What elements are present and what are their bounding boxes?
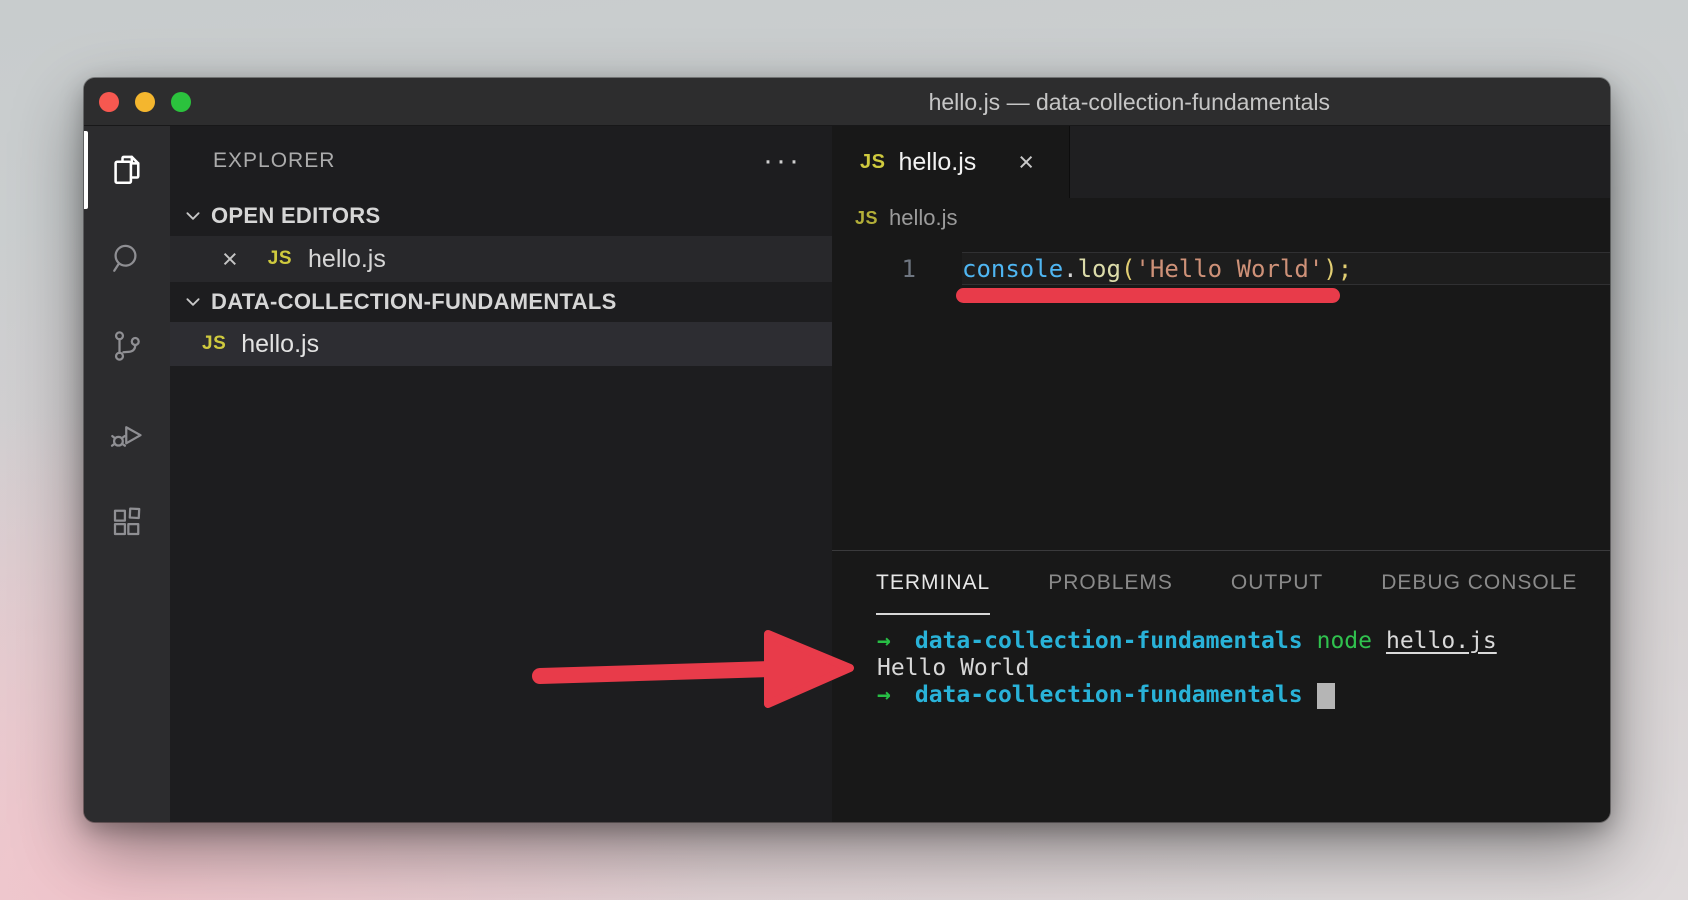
close-window-button[interactable] [99, 92, 119, 112]
tab-problems[interactable]: PROBLEMS [1048, 551, 1173, 615]
open-editor-item-hello-js[interactable]: × JS hello.js [170, 236, 832, 282]
file-name: hello.js [241, 330, 319, 359]
explorer-sidebar: EXPLORER ··· OPEN EDITORS × JS hello.js … [170, 126, 832, 822]
run-and-debug-icon [109, 416, 145, 452]
panel-tab-bar: TERMINAL PROBLEMS OUTPUT DEBUG CONSOLE [832, 551, 1610, 615]
tab-terminal[interactable]: TERMINAL [876, 551, 990, 615]
prompt-arrow: → [877, 682, 891, 709]
source-control-icon [109, 328, 145, 364]
maximize-window-button[interactable] [171, 92, 191, 112]
folder-name-label: DATA-COLLECTION-FUNDAMENTALS [211, 289, 617, 315]
js-file-icon: JS [268, 248, 292, 270]
breadcrumb-file-name: hello.js [889, 205, 957, 231]
window-title: hello.js — data-collection-fundamentals [929, 78, 1330, 126]
chevron-down-icon [184, 207, 202, 225]
sidebar-more-actions-button[interactable]: ··· [763, 151, 802, 171]
token-string: 'Hello World' [1135, 255, 1323, 283]
vscode-window: hello.js — data-collection-fundamentals [84, 78, 1610, 822]
open-editors-section-header[interactable]: OPEN EDITORS [170, 196, 832, 236]
terminal-cursor [1317, 683, 1335, 709]
open-editors-label: OPEN EDITORS [211, 203, 380, 229]
code-line-content: console.log('Hello World'); [962, 252, 1610, 285]
open-editor-file-name: hello.js [308, 245, 386, 274]
command-arg-file: hello.js [1386, 628, 1497, 655]
tab-debug-console[interactable]: DEBUG CONSOLE [1381, 551, 1577, 615]
js-file-icon: JS [860, 151, 885, 174]
editor-tab-bar: JS hello.js × [832, 126, 1610, 198]
token-log: log [1078, 255, 1121, 283]
prompt-directory: data-collection-fundamentals [915, 628, 1303, 655]
close-tab-icon[interactable]: × [1018, 149, 1034, 176]
breadcrumb[interactable]: JS hello.js [832, 198, 1610, 238]
red-underline-annotation [956, 288, 1340, 303]
chevron-down-icon [184, 293, 202, 311]
editor-group: JS hello.js × JS hello.js 1 console.log(… [832, 126, 1610, 822]
terminal-output-text: Hello World [877, 655, 1029, 682]
prompt-arrow: → [877, 628, 891, 655]
activity-bar [84, 126, 170, 822]
folder-section-header[interactable]: DATA-COLLECTION-FUNDAMENTALS [170, 282, 832, 322]
file-item-hello-js-selected[interactable]: JS hello.js [170, 322, 832, 366]
extensions-icon [109, 504, 145, 540]
activity-search-button[interactable] [84, 214, 170, 302]
terminal-line-prompt: → data-collection-fundamentals [877, 682, 1610, 709]
sidebar-header: EXPLORER ··· [170, 126, 832, 196]
tab-output[interactable]: OUTPUT [1231, 551, 1323, 615]
terminal-line-command: → data-collection-fundamentals node hello.j… [877, 628, 1610, 655]
terminal-line-output: Hello World [877, 655, 1610, 682]
token-paren-close: ); [1323, 255, 1352, 283]
close-editor-icon[interactable]: × [222, 246, 238, 273]
line-number: 1 [832, 255, 962, 283]
window-body: EXPLORER ··· OPEN EDITORS × JS hello.js … [84, 126, 1610, 822]
activity-explorer-button[interactable] [84, 126, 170, 214]
sidebar-title: EXPLORER [213, 149, 335, 173]
active-view-indicator [84, 131, 88, 209]
activity-run-debug-button[interactable] [84, 390, 170, 478]
files-icon [109, 152, 145, 188]
js-file-icon: JS [855, 208, 878, 229]
search-icon [109, 240, 145, 276]
terminal-view[interactable]: → data-collection-fundamentals node hello.j… [832, 615, 1610, 709]
token-paren-open: ( [1121, 255, 1135, 283]
code-editor[interactable]: JS hello.js 1 console.log('Hello World')… [832, 198, 1610, 550]
traffic-lights [99, 92, 191, 112]
token-console: console [962, 255, 1063, 283]
bottom-panel: TERMINAL PROBLEMS OUTPUT DEBUG CONSOLE →… [832, 550, 1610, 822]
tab-hello-js[interactable]: JS hello.js × [832, 126, 1070, 198]
js-file-icon: JS [202, 333, 226, 355]
tab-label: hello.js [898, 148, 976, 177]
desktop: { "window": { "title": "hello.js — data-… [0, 0, 1688, 900]
token-dot: . [1063, 255, 1077, 283]
activity-extensions-button[interactable] [84, 478, 170, 566]
command-node: node [1317, 628, 1372, 655]
title-bar: hello.js — data-collection-fundamentals [84, 78, 1610, 126]
activity-source-control-button[interactable] [84, 302, 170, 390]
code-line-1[interactable]: 1 console.log('Hello World'); [832, 252, 1610, 285]
minimize-window-button[interactable] [135, 92, 155, 112]
prompt-directory: data-collection-fundamentals [915, 682, 1303, 709]
